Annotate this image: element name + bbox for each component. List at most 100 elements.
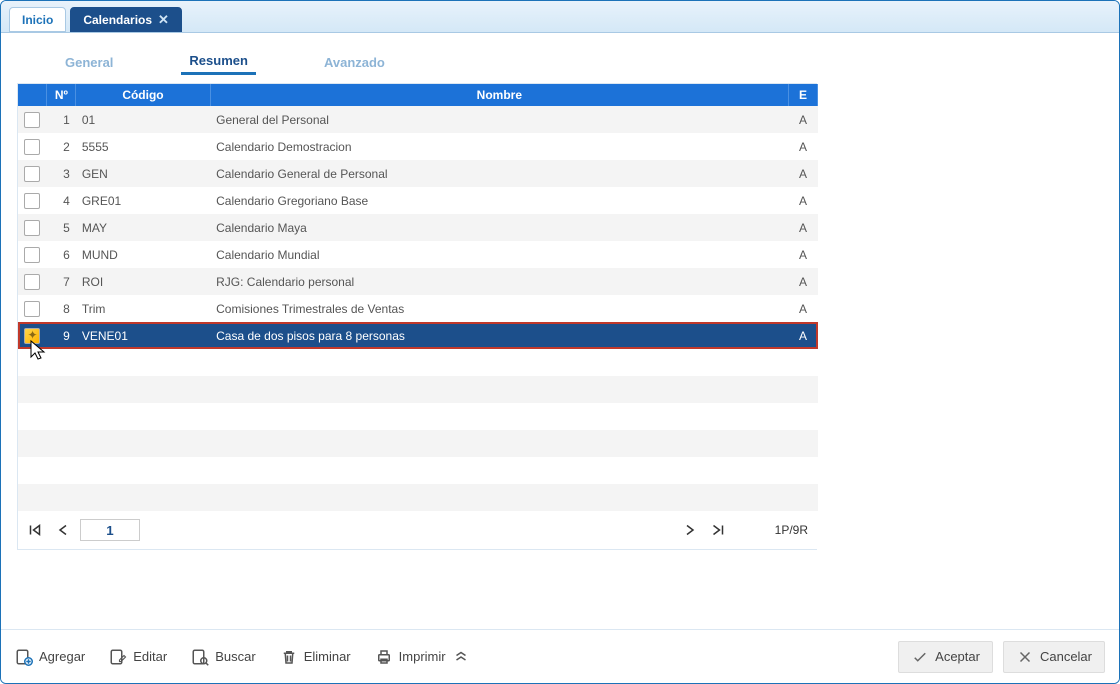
row-e: A xyxy=(789,322,818,349)
last-page-button[interactable] xyxy=(707,519,729,541)
app-frame: Inicio Calendarios ✕ General Resumen Ava… xyxy=(0,0,1120,684)
row-codigo: 01 xyxy=(76,106,210,133)
tab-calendarios[interactable]: Calendarios ✕ xyxy=(70,7,182,32)
row-checkbox[interactable] xyxy=(24,247,40,263)
col-header-check[interactable] xyxy=(18,84,47,106)
table-row-empty xyxy=(18,349,818,376)
row-nombre: Calendario Mundial xyxy=(210,241,788,268)
subtab-resumen[interactable]: Resumen xyxy=(181,49,256,75)
search-icon xyxy=(191,648,209,666)
cancelar-button[interactable]: Cancelar xyxy=(1003,641,1105,673)
row-checkbox[interactable] xyxy=(24,301,40,317)
aceptar-button[interactable]: Aceptar xyxy=(898,641,993,673)
row-checkbox[interactable] xyxy=(24,220,40,236)
last-icon xyxy=(709,521,727,539)
next-page-button[interactable] xyxy=(679,519,701,541)
col-header-e[interactable]: E xyxy=(789,84,818,106)
row-codigo: GRE01 xyxy=(76,187,210,214)
row-codigo: MUND xyxy=(76,241,210,268)
tab-calendarios-label: Calendarios xyxy=(83,13,152,27)
table-row[interactable]: 4GRE01Calendario Gregoriano BaseA xyxy=(18,187,818,214)
add-icon xyxy=(15,648,33,666)
tab-bar: Inicio Calendarios ✕ xyxy=(1,1,1119,33)
table-row-empty xyxy=(18,430,818,457)
row-nombre: Calendario Gregoriano Base xyxy=(210,187,788,214)
row-num: 8 xyxy=(47,295,76,322)
buscar-button[interactable]: Buscar xyxy=(191,648,255,666)
page-info: 1P/9R xyxy=(775,523,808,537)
row-num: 6 xyxy=(47,241,76,268)
editar-button[interactable]: Editar xyxy=(109,648,167,666)
first-page-button[interactable] xyxy=(24,519,46,541)
subtab-general[interactable]: General xyxy=(57,51,121,74)
row-e: A xyxy=(789,268,818,295)
col-header-nombre[interactable]: Nombre xyxy=(210,84,788,106)
row-checkbox[interactable] xyxy=(24,274,40,290)
data-grid: Nº Código Nombre E 101General del Person… xyxy=(18,84,818,511)
cancelar-label: Cancelar xyxy=(1040,649,1092,664)
table-row[interactable]: 5MAYCalendario MayaA xyxy=(18,214,818,241)
row-num: 4 xyxy=(47,187,76,214)
toolbar: Agregar Editar Buscar Eliminar Imprimir … xyxy=(1,629,1119,683)
col-header-num[interactable]: Nº xyxy=(47,84,76,106)
table-row[interactable]: 3GENCalendario General de PersonalA xyxy=(18,160,818,187)
table-row-empty xyxy=(18,376,818,403)
table-row-empty xyxy=(18,403,818,430)
row-e: A xyxy=(789,106,818,133)
tab-inicio[interactable]: Inicio xyxy=(9,7,66,32)
table-row-empty xyxy=(18,457,818,484)
prev-page-button[interactable] xyxy=(52,519,74,541)
eliminar-label: Eliminar xyxy=(304,649,351,664)
row-checkbox[interactable] xyxy=(24,193,40,209)
row-e: A xyxy=(789,214,818,241)
row-nombre: General del Personal xyxy=(210,106,788,133)
aceptar-label: Aceptar xyxy=(935,649,980,664)
trash-icon xyxy=(280,648,298,666)
row-checkbox[interactable] xyxy=(24,112,40,128)
subtab-avanzado[interactable]: Avanzado xyxy=(316,51,393,74)
table-row[interactable]: 101General del PersonalA xyxy=(18,106,818,133)
row-codigo: Trim xyxy=(76,295,210,322)
row-codigo: ROI xyxy=(76,268,210,295)
row-e: A xyxy=(789,133,818,160)
row-checkbox[interactable] xyxy=(24,328,40,344)
tab-inicio-label: Inicio xyxy=(22,13,53,27)
row-num: 7 xyxy=(47,268,76,295)
row-nombre: Calendario General de Personal xyxy=(210,160,788,187)
chevron-up-icon xyxy=(452,648,470,666)
row-e: A xyxy=(789,187,818,214)
row-num: 5 xyxy=(47,214,76,241)
row-num: 3 xyxy=(47,160,76,187)
row-nombre: Casa de dos pisos para 8 personas xyxy=(210,322,788,349)
row-e: A xyxy=(789,160,818,187)
table-row[interactable]: 7ROIRJG: Calendario personalA xyxy=(18,268,818,295)
table-row[interactable]: 25555Calendario DemostracionA xyxy=(18,133,818,160)
sub-tabs: General Resumen Avanzado xyxy=(17,43,1103,81)
print-icon xyxy=(375,648,393,666)
row-codigo: VENE01 xyxy=(76,322,210,349)
agregar-label: Agregar xyxy=(39,649,85,664)
row-e: A xyxy=(789,295,818,322)
row-codigo: GEN xyxy=(76,160,210,187)
imprimir-button[interactable]: Imprimir xyxy=(375,648,470,666)
close-icon[interactable]: ✕ xyxy=(158,12,169,28)
pager: 1P/9R xyxy=(18,511,818,549)
row-checkbox[interactable] xyxy=(24,166,40,182)
col-header-codigo[interactable]: Código xyxy=(76,84,210,106)
row-nombre: Calendario Maya xyxy=(210,214,788,241)
row-checkbox[interactable] xyxy=(24,139,40,155)
table-row-empty xyxy=(18,484,818,511)
eliminar-button[interactable]: Eliminar xyxy=(280,648,351,666)
row-num: 1 xyxy=(47,106,76,133)
page-input[interactable] xyxy=(80,519,140,541)
agregar-button[interactable]: Agregar xyxy=(15,648,85,666)
table-row[interactable]: 9VENE01Casa de dos pisos para 8 personas… xyxy=(18,322,818,349)
prev-icon xyxy=(54,521,72,539)
row-codigo: MAY xyxy=(76,214,210,241)
buscar-label: Buscar xyxy=(215,649,255,664)
table-row[interactable]: 6MUNDCalendario MundialA xyxy=(18,241,818,268)
edit-icon xyxy=(109,648,127,666)
row-codigo: 5555 xyxy=(76,133,210,160)
check-icon xyxy=(911,648,929,666)
table-row[interactable]: 8TrimComisiones Trimestrales de VentasA xyxy=(18,295,818,322)
